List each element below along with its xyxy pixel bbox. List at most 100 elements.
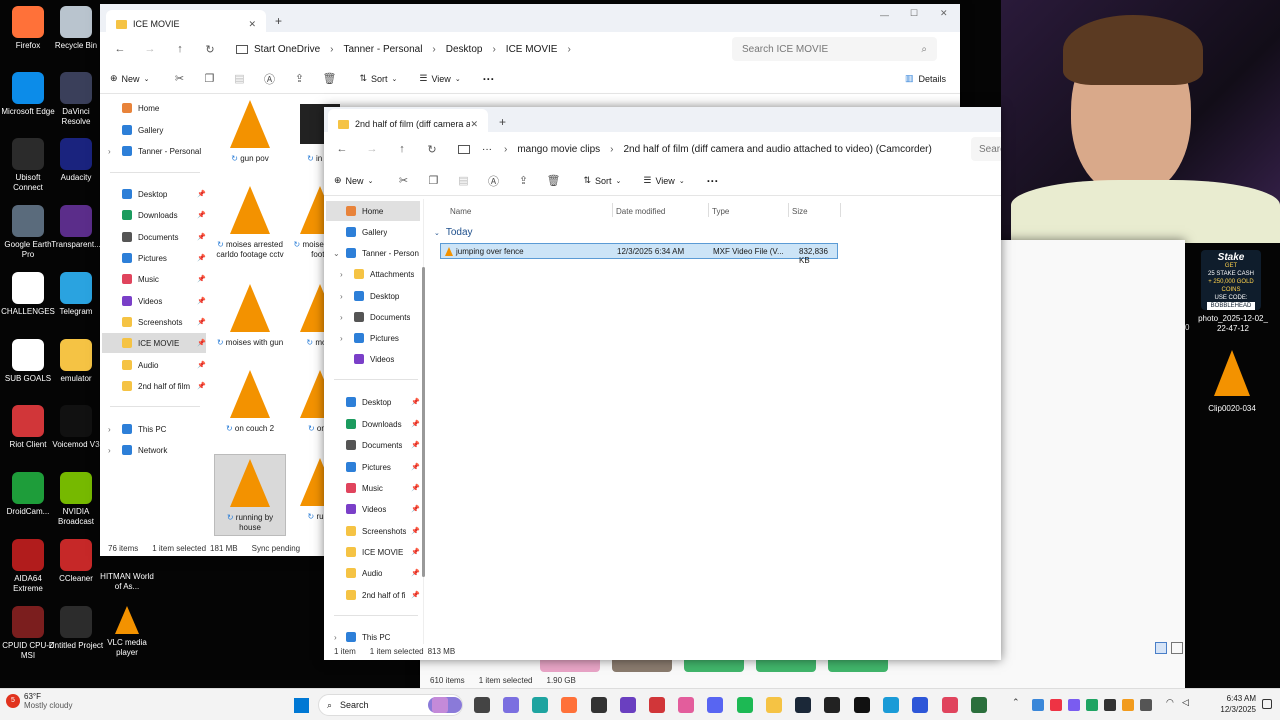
taskbar-discord-icon[interactable] (707, 697, 723, 713)
cut-icon[interactable]: ✂ (395, 173, 411, 189)
stake-ad-icon[interactable]: Stake GET 25 STAKE CASH + 250,000 GOLD C… (1201, 250, 1261, 310)
breadcrumb[interactable]: Tanner - Personal (343, 44, 422, 55)
view-button[interactable]: ☰ View ⌄ (419, 73, 460, 84)
desktop-icon[interactable]: Voicemod V3 (48, 405, 104, 450)
taskbar-app-icon[interactable] (854, 697, 870, 713)
taskbar-app-icon[interactable] (824, 697, 840, 713)
new-button[interactable]: ⊕ New ⌄ (334, 175, 373, 186)
nav-item[interactable]: Gallery (326, 222, 420, 242)
tray-icon[interactable] (1086, 699, 1098, 711)
taskbar-app-icon[interactable] (649, 697, 665, 713)
paste-icon[interactable]: ▤ (455, 173, 471, 189)
desktop-icon[interactable]: DaVinci Resolve (48, 72, 104, 127)
nav-item[interactable]: Videos 📌 (102, 291, 206, 311)
nav-item[interactable]: › This PC (102, 419, 206, 439)
file-thumbnail[interactable]: ↻ moises with gun (214, 280, 286, 362)
paste-icon[interactable]: ▤ (231, 71, 247, 87)
details-view-icon[interactable] (1155, 642, 1167, 654)
desktop-icon[interactable]: Recycle Bin (48, 6, 104, 51)
tray-icon[interactable] (1122, 699, 1134, 711)
tray-icon[interactable] (1050, 699, 1062, 711)
nav-item[interactable]: › Documents (326, 307, 420, 327)
refresh-icon[interactable]: ↻ (202, 41, 218, 57)
tray-icon[interactable] (1068, 699, 1080, 711)
share-icon[interactable]: ⇪ (515, 173, 531, 189)
up-icon[interactable]: ↑ (172, 41, 188, 57)
col-date[interactable]: Date modified (616, 207, 665, 216)
desktop-icon-hitman[interactable]: HITMAN World of As... (98, 572, 156, 592)
back-icon[interactable]: ← (334, 141, 350, 157)
nav-item[interactable]: Documents 📌 (326, 435, 420, 455)
new-tab-icon[interactable]: + (275, 14, 282, 28)
copy-icon[interactable]: ❐ (425, 173, 441, 189)
back-icon[interactable]: ← (112, 41, 128, 57)
notification-icon[interactable] (1262, 699, 1272, 709)
nav-item[interactable]: Desktop 📌 (102, 184, 206, 204)
breadcrumb[interactable]: mango movie clips (517, 144, 600, 155)
taskbar-app-icon[interactable] (971, 697, 987, 713)
clock[interactable]: 6:43 AM 12/3/2025 (1216, 693, 1256, 715)
nav-item[interactable]: Screenshots 📌 (326, 521, 420, 541)
nav-item[interactable]: Home (326, 201, 420, 221)
window-2nd-half[interactable]: 2nd half of film (diff camera a ✕ + ← → … (324, 107, 1001, 660)
copy-icon[interactable]: ❐ (201, 71, 217, 87)
delete-icon[interactable]: 🗑 (321, 71, 337, 87)
weather-widget[interactable]: 5 63°F Mostly cloudy (6, 692, 72, 710)
breadcrumb[interactable]: 2nd half of film (diff camera and audio … (624, 144, 932, 155)
nav-item[interactable]: Gallery (102, 120, 206, 140)
nav-item[interactable]: Pictures 📌 (326, 457, 420, 477)
new-tab-icon[interactable]: + (499, 115, 506, 129)
col-size[interactable]: Size (792, 207, 808, 216)
desktop-icon-photo[interactable]: photo_2025-12-02_22-47-12 (1198, 314, 1268, 334)
col-name[interactable]: Name (450, 207, 471, 216)
window2-nav-scrollbar[interactable] (422, 267, 425, 577)
group-header[interactable]: ⌄ Today (434, 227, 473, 238)
taskbar-file-icon[interactable] (474, 697, 490, 713)
nav-item[interactable]: ⌄ Tanner - Person (326, 243, 420, 263)
view-button[interactable]: ☰ View ⌄ (643, 175, 684, 186)
nav-item[interactable]: › Pictures (326, 328, 420, 348)
address-bar[interactable]: Start OneDrive › Tanner - Personal › Deskt… (230, 37, 720, 61)
taskbar-app-icon[interactable] (942, 697, 958, 713)
more-button[interactable]: ··· (483, 72, 495, 86)
minimize-icon[interactable]: — (880, 10, 889, 20)
taskbar-steam-icon[interactable] (795, 697, 811, 713)
nav-item[interactable]: Home (102, 98, 206, 118)
nav-item[interactable]: ICE MOVIE 📌 (102, 333, 206, 353)
delete-icon[interactable]: 🗑 (545, 173, 561, 189)
nav-item[interactable]: Downloads 📌 (102, 205, 206, 225)
tray-icon[interactable] (1104, 699, 1116, 711)
desktop-icon[interactable]: Untitled Project (48, 606, 104, 651)
taskbar-fx-icon[interactable] (912, 697, 928, 713)
details-button[interactable]: ▥ Details (905, 73, 946, 84)
desktop-icon[interactable]: Telegram (48, 272, 104, 317)
desktop-icon[interactable]: CCleaner (48, 539, 104, 584)
volume-icon[interactable]: ◁ (1182, 697, 1189, 708)
nav-item[interactable]: › Attachments (326, 264, 420, 284)
close-tab-icon[interactable]: ✕ (248, 19, 256, 30)
address-bar[interactable]: ··· › mango movie clips › 2nd half of fil… (452, 137, 952, 161)
more-button[interactable]: ··· (707, 174, 719, 188)
rename-icon[interactable]: Ⓐ (485, 173, 501, 189)
nav-item[interactable]: Downloads 📌 (326, 414, 420, 434)
nav-item[interactable]: Screenshots 📌 (102, 312, 206, 332)
close-window-icon[interactable]: ✕ (940, 8, 948, 19)
search-box[interactable]: Search ICE MOVIE ⌕ (732, 37, 937, 61)
desktop-icon[interactable]: emulator (48, 339, 104, 384)
nav-item[interactable]: ICE MOVIE 📌 (326, 542, 420, 562)
file-thumbnail[interactable]: ↻ moises arrested carldo footage cctv (214, 182, 286, 264)
forward-icon[interactable]: → (364, 141, 380, 157)
new-button[interactable]: ⊕ New ⌄ (110, 73, 149, 84)
file-thumbnail[interactable]: ↻ gun pov (214, 96, 286, 178)
nav-item[interactable]: Documents 📌 (102, 227, 206, 247)
taskbar-app-icon[interactable] (620, 697, 636, 713)
start-icon[interactable] (294, 698, 309, 713)
cut-icon[interactable]: ✂ (171, 71, 187, 87)
nav-item[interactable]: › Desktop (326, 286, 420, 306)
table-row[interactable]: jumping over fence 12/3/2025 6:34 AM MXF… (440, 243, 838, 265)
nav-item[interactable]: Audio 📌 (326, 563, 420, 583)
taskbar-explorer-icon[interactable] (766, 697, 782, 713)
file-thumbnail[interactable]: ↻ on couch 2 (214, 366, 286, 448)
desktop-icon[interactable]: NVIDIA Broadcast (48, 472, 104, 527)
refresh-icon[interactable]: ↻ (424, 141, 440, 157)
